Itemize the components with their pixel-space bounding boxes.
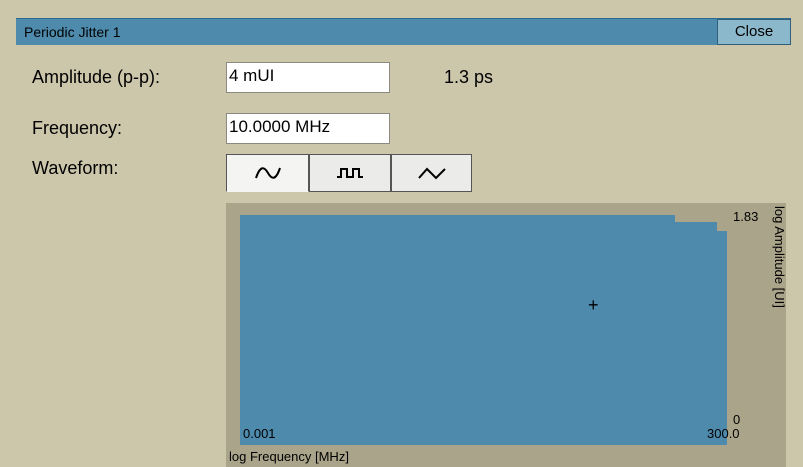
plot-right-band: [727, 215, 770, 445]
amplitude-label: Amplitude (p-p):: [32, 67, 161, 87]
triangle-wave-button[interactable]: [391, 154, 472, 192]
waveform-label: Waveform:: [32, 158, 119, 178]
x-axis-label: log Frequency [MHz]: [229, 449, 349, 464]
square-wave-button[interactable]: [309, 154, 391, 192]
plot-cursor[interactable]: +: [588, 296, 599, 314]
plot-step-notch: [675, 215, 727, 222]
y-axis-label: log Amplitude [UI]: [772, 206, 787, 308]
close-button[interactable]: Close: [717, 19, 791, 45]
x-min-tick: 0.001: [243, 426, 276, 441]
amplitude-input[interactable]: 4 mUI: [226, 62, 390, 93]
frequency-label: Frequency:: [32, 118, 123, 138]
plot-step-notch: [717, 222, 727, 231]
window-title: Periodic Jitter 1: [24, 24, 121, 40]
sine-wave-icon: [254, 167, 281, 179]
x-max-tick: 300.0: [707, 426, 740, 441]
plot-fill-region[interactable]: [240, 215, 727, 445]
sine-wave-button[interactable]: [226, 154, 309, 192]
amplitude-time-readout: 1.3 ps: [444, 67, 494, 87]
frequency-input[interactable]: 10.0000 MHz: [226, 113, 390, 144]
square-wave-icon: [337, 168, 363, 178]
title-bar: Periodic Jitter 1 Close: [16, 18, 791, 45]
y-min-tick: 0: [733, 412, 741, 427]
triangle-wave-icon: [417, 167, 446, 180]
y-max-tick: 1.83: [733, 209, 759, 224]
